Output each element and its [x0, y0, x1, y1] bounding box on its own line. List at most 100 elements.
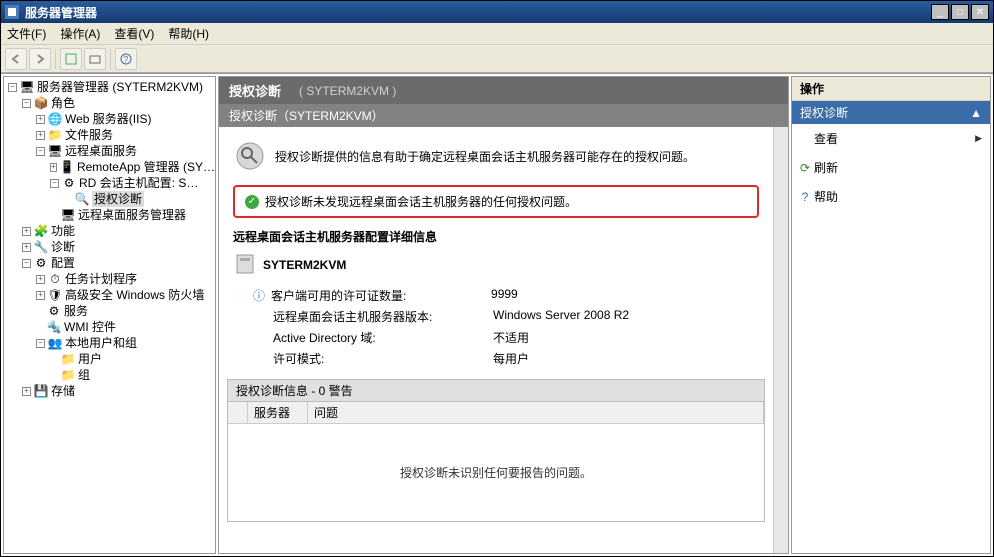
- actions-pane: 操作 授权诊断 ▲ 查看 ⟳ 刷新 ? 帮助: [791, 76, 991, 554]
- details-heading: 远程桌面会话主机服务器配置详细信息: [233, 228, 759, 245]
- tree-diagnostics[interactable]: 诊断: [51, 239, 75, 255]
- col-server[interactable]: 服务器: [248, 402, 308, 423]
- tree-expander[interactable]: +: [22, 387, 31, 396]
- action-help[interactable]: ? 帮助: [792, 182, 990, 211]
- empty-message: 授权诊断未识别任何要报告的问题。: [228, 424, 764, 521]
- tree-rdconfig[interactable]: RD 会话主机配置: S…: [79, 175, 198, 191]
- firewall-icon: 🛡: [48, 288, 62, 302]
- tree-expander[interactable]: +: [36, 291, 45, 300]
- tree-expander[interactable]: +: [22, 243, 31, 252]
- users-folder-icon: 📁: [61, 352, 75, 366]
- toolbar: ?: [1, 45, 993, 73]
- detail-key: Active Directory 域:: [273, 329, 493, 346]
- tree-config[interactable]: 配置: [51, 255, 75, 271]
- tree-root[interactable]: 服务器管理器 (SYTERM2KVM): [37, 79, 203, 95]
- diagnostics-icon: 🔧: [34, 240, 48, 254]
- detail-row-mode: 许可模式: 每用户: [253, 350, 759, 367]
- action-view[interactable]: 查看: [792, 124, 990, 153]
- rdconfig-icon: ⚙: [62, 176, 76, 190]
- panel-title: 授权诊断: [229, 81, 281, 100]
- col-icon[interactable]: [228, 402, 248, 423]
- tree-expander[interactable]: +: [36, 275, 45, 284]
- detail-key: 客户端可用的许可证数量:: [271, 287, 491, 304]
- titlebar[interactable]: 服务器管理器 _ □ ✕: [1, 1, 993, 23]
- authdiag-icon: 🔍: [75, 192, 89, 206]
- vertical-scrollbar[interactable]: [773, 127, 788, 553]
- nav-forward-button[interactable]: [29, 48, 51, 70]
- server-name: SYTERM2KVM: [263, 258, 346, 272]
- detail-key: 许可模式:: [273, 350, 493, 367]
- toolbar-help-button[interactable]: ?: [115, 48, 137, 70]
- tree-users[interactable]: 用户: [78, 351, 102, 367]
- menu-help[interactable]: 帮助(H): [168, 25, 209, 42]
- tree-features[interactable]: 功能: [51, 223, 75, 239]
- actions-subtitle-text: 授权诊断: [800, 104, 848, 121]
- server-icon: [233, 253, 257, 277]
- tree-rds[interactable]: 远程桌面服务: [65, 143, 137, 159]
- toolbar-properties-button[interactable]: [84, 48, 106, 70]
- rds-mgr-icon: 🖥: [61, 208, 75, 222]
- tree-expander[interactable]: −: [22, 99, 31, 108]
- navigation-tree[interactable]: −🖥服务器管理器 (SYTERM2KVM) −📦角色 +🌐Web 服务器(IIS…: [3, 76, 216, 554]
- detail-row-ad: Active Directory 域: 不适用: [253, 329, 759, 346]
- tree-expander[interactable]: −: [50, 179, 59, 188]
- detail-value: 不适用: [493, 329, 529, 346]
- file-service-icon: 📁: [48, 128, 62, 142]
- remoteapp-icon: 📱: [60, 160, 74, 174]
- diag-info-header: 授权诊断信息 - 0 警告: [227, 379, 765, 402]
- info-icon: ⓘ: [253, 287, 265, 304]
- tree-storage[interactable]: 存储: [51, 383, 75, 399]
- storage-icon: 💾: [34, 384, 48, 398]
- tree-tasksched[interactable]: 任务计划程序: [65, 271, 137, 287]
- tree-firewall[interactable]: 高级安全 Windows 防火墙: [65, 287, 204, 303]
- tree-web-iis[interactable]: Web 服务器(IIS): [65, 111, 151, 127]
- tree-expander[interactable]: −: [8, 83, 17, 92]
- localusers-icon: 👥: [48, 336, 62, 350]
- nav-back-button[interactable]: [5, 48, 27, 70]
- tree-localusers[interactable]: 本地用户和组: [65, 335, 137, 351]
- col-issue[interactable]: 问题: [308, 402, 764, 423]
- details-section: 远程桌面会话主机服务器配置详细信息 SYTERM2KVM ⓘ 客户端可用的许可证…: [233, 228, 759, 367]
- tree-expander[interactable]: −: [22, 259, 31, 268]
- tree-services[interactable]: 服务: [64, 303, 88, 319]
- actions-subtitle[interactable]: 授权诊断 ▲: [792, 101, 990, 124]
- services-icon: ⚙: [47, 304, 61, 318]
- tree-file-service[interactable]: 文件服务: [65, 127, 113, 143]
- main-panel: 授权诊断 ( SYTERM2KVM ) 授权诊断（SYTERM2KVM） 授权诊…: [218, 76, 789, 554]
- tree-expander[interactable]: −: [36, 339, 45, 348]
- menu-action[interactable]: 操作(A): [60, 25, 100, 42]
- actions-title: 操作: [792, 77, 990, 101]
- menu-file[interactable]: 文件(F): [7, 25, 46, 42]
- help-icon: ?: [798, 190, 812, 204]
- status-highlight-box: ✓ 授权诊断未发现远程桌面会话主机服务器的任何授权问题。: [233, 185, 759, 218]
- tree-wmi[interactable]: WMI 控件: [64, 319, 116, 335]
- content-area: −🖥服务器管理器 (SYTERM2KVM) −📦角色 +🌐Web 服务器(IIS…: [1, 73, 993, 556]
- detail-value: 每用户: [493, 350, 529, 367]
- tree-expander[interactable]: +: [50, 163, 57, 172]
- tree-groups[interactable]: 组: [78, 367, 90, 383]
- panel-server-name: ( SYTERM2KVM ): [299, 84, 396, 98]
- minimize-button[interactable]: _: [931, 4, 949, 20]
- maximize-button[interactable]: □: [951, 4, 969, 20]
- menu-view[interactable]: 查看(V): [114, 25, 154, 42]
- action-refresh[interactable]: ⟳ 刷新: [792, 153, 990, 182]
- toolbar-refresh-button[interactable]: [60, 48, 82, 70]
- tree-roles[interactable]: 角色: [51, 95, 75, 111]
- server-icon: 🖥: [20, 80, 34, 94]
- toolbar-separator: [110, 49, 111, 69]
- tree-expander[interactable]: +: [22, 227, 31, 236]
- tree-expander[interactable]: +: [36, 115, 45, 124]
- server-manager-window: 服务器管理器 _ □ ✕ 文件(F) 操作(A) 查看(V) 帮助(H) ? −…: [0, 0, 994, 557]
- tree-expander[interactable]: +: [36, 131, 45, 140]
- svg-text:?: ?: [124, 55, 129, 64]
- tree-rds-mgr[interactable]: 远程桌面服务管理器: [78, 207, 186, 223]
- panel-body: 授权诊断提供的信息有助于确定远程桌面会话主机服务器可能存在的授权问题。 ✓ 授权…: [219, 127, 773, 553]
- detail-value: 9999: [491, 287, 518, 304]
- tree-remoteapp[interactable]: RemoteApp 管理器 (SY…: [77, 159, 215, 175]
- action-view-label: 查看: [814, 130, 838, 147]
- detail-row-licenses: ⓘ 客户端可用的许可证数量: 9999: [253, 287, 759, 304]
- tree-expander[interactable]: −: [36, 147, 45, 156]
- collapse-arrow-icon[interactable]: ▲: [970, 106, 982, 120]
- tree-authdiag[interactable]: 授权诊断: [92, 191, 144, 207]
- close-button[interactable]: ✕: [971, 4, 989, 20]
